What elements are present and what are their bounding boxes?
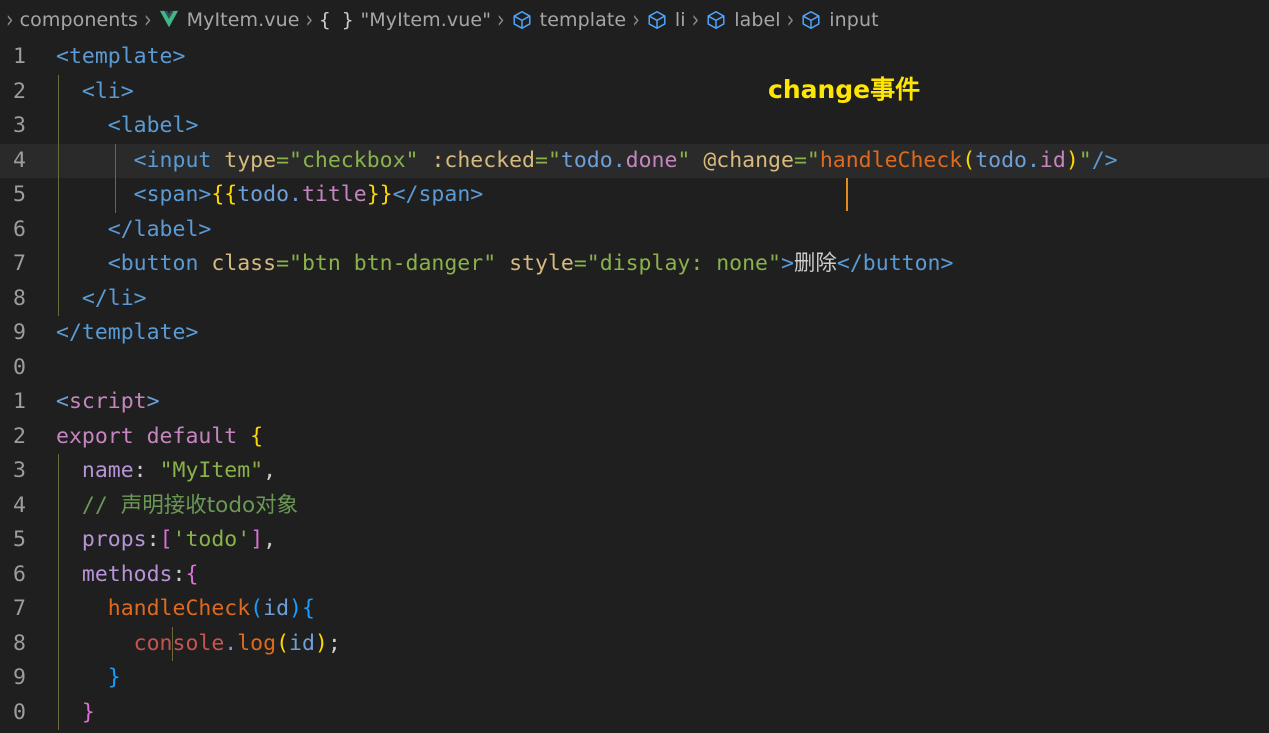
line-content: } (107, 665, 121, 690)
breadcrumb-item-components[interactable]: components (18, 9, 140, 31)
line-number: 0 (13, 354, 26, 380)
breadcrumb-item-label: template (539, 9, 627, 31)
breadcrumb-item-label: label (734, 9, 781, 31)
breadcrumb-item-input[interactable]: input (798, 9, 880, 31)
line-number: 3 (13, 113, 26, 138)
code-line-active[interactable]: 4 <input type="checkbox" :checked="todo.… (0, 143, 1269, 178)
code-line[interactable]: 1 <template> (0, 40, 1269, 75)
code-line[interactable]: 9 } (0, 661, 1269, 696)
code-line[interactable]: 6 </label> (0, 212, 1269, 247)
breadcrumb-separator: › (497, 6, 505, 34)
line-content: name: "MyItem", (81, 458, 277, 483)
symbol-cube-icon (800, 9, 822, 31)
vue-logo-icon (158, 10, 180, 30)
breadcrumb-item-label[interactable]: label (703, 9, 782, 31)
code-line[interactable]: 0 (0, 351, 1269, 386)
line-content: <label> (107, 113, 199, 138)
breadcrumb-item-label: li (674, 9, 686, 31)
code-line[interactable]: 5 props:['todo'], (0, 523, 1269, 558)
code-line[interactable]: 0 } (0, 695, 1269, 730)
line-number: 2 (13, 423, 26, 449)
line-number: 4 (13, 492, 26, 518)
symbol-cube-icon (646, 9, 668, 31)
line-content: <span>{{todo.title}}</span> (133, 182, 484, 207)
code-line[interactable]: 3 name: "MyItem", (0, 454, 1269, 489)
line-number: 8 (13, 630, 26, 656)
code-line[interactable]: 2 <li> (0, 74, 1269, 109)
line-content: // 声明接收todo对象 (81, 492, 299, 518)
breadcrumb-item-json-root[interactable]: { } "MyItem.vue" (317, 9, 493, 31)
code-line[interactable]: 1 <script> (0, 385, 1269, 420)
line-content: export default { (56, 423, 264, 449)
line-number: 6 (13, 216, 26, 242)
line-number: 7 (13, 596, 26, 621)
line-number: 6 (13, 561, 26, 587)
code-line[interactable]: 9 </template> (0, 316, 1269, 351)
breadcrumb-item-li[interactable]: li (644, 9, 688, 31)
code-line[interactable]: 3 <label> (0, 109, 1269, 144)
breadcrumb-item-myitem-vue[interactable]: MyItem.vue (156, 9, 302, 31)
line-content: handleCheck(id){ (107, 596, 315, 621)
code-line[interactable]: 7 <button class="btn btn-danger" style="… (0, 247, 1269, 282)
symbol-cube-icon (511, 9, 533, 31)
line-content: } (81, 699, 95, 725)
line-number: 2 (13, 78, 26, 104)
breadcrumb-separator: › (6, 6, 14, 34)
line-content: <input type="checkbox" :checked="todo.do… (133, 147, 1118, 173)
line-content: </template> (56, 320, 199, 345)
symbol-cube-icon (705, 9, 727, 31)
line-number: 9 (13, 665, 26, 690)
breadcrumb-separator: › (144, 6, 152, 34)
line-content: <script> (56, 389, 160, 414)
code-line[interactable]: 5 <span>{{todo.title}}</span> (0, 178, 1269, 213)
code-line[interactable]: 6 methods:{ (0, 557, 1269, 592)
breadcrumb-separator: › (786, 6, 795, 34)
json-braces-icon: { } (319, 9, 354, 31)
line-number: 5 (13, 527, 26, 552)
code-line[interactable]: 8 </li> (0, 281, 1269, 316)
annotation-change-event: change事件 (768, 75, 921, 104)
line-number: 3 (13, 458, 26, 483)
code-line[interactable]: 4 // 声明接收todo对象 (0, 488, 1269, 523)
code-line[interactable]: 7 handleCheck(id){ (0, 592, 1269, 627)
breadcrumb-item-label: "MyItem.vue" (360, 9, 492, 31)
line-number: 8 (13, 285, 26, 311)
breadcrumb: › components › MyItem.vue › { } "MyItem.… (0, 0, 1269, 40)
line-content: console.log(id); (133, 630, 341, 656)
code-line[interactable]: 2 export default { (0, 420, 1269, 455)
line-number: 0 (13, 699, 26, 725)
line-number: 9 (13, 320, 26, 345)
breadcrumb-item-template[interactable]: template (509, 9, 629, 31)
line-number: 7 (13, 251, 26, 276)
breadcrumb-item-label: components (19, 9, 138, 31)
breadcrumb-item-label: MyItem.vue (186, 9, 300, 31)
code-editor[interactable]: 1 <template> 2 <li> 3 <label> 4 <input t… (0, 40, 1269, 733)
code-line[interactable]: 8 console.log(id); (0, 626, 1269, 661)
breadcrumb-item-label: input (829, 9, 879, 31)
line-content: props:['todo'], (81, 527, 277, 552)
line-content: <li> (81, 78, 134, 104)
line-content: methods:{ (81, 561, 199, 587)
line-content: </label> (107, 216, 212, 242)
breadcrumb-separator: › (305, 6, 314, 34)
text-cursor (846, 178, 848, 211)
breadcrumb-separator: › (691, 6, 700, 34)
line-number: 4 (13, 147, 26, 173)
line-content: <template> (56, 44, 186, 69)
line-number: 5 (13, 182, 26, 207)
line-number: 1 (13, 44, 26, 69)
line-content: <button class="btn btn-danger" style="di… (107, 251, 954, 276)
line-content: </li> (81, 285, 147, 311)
line-number: 1 (13, 389, 26, 414)
breadcrumb-separator: › (632, 6, 640, 34)
